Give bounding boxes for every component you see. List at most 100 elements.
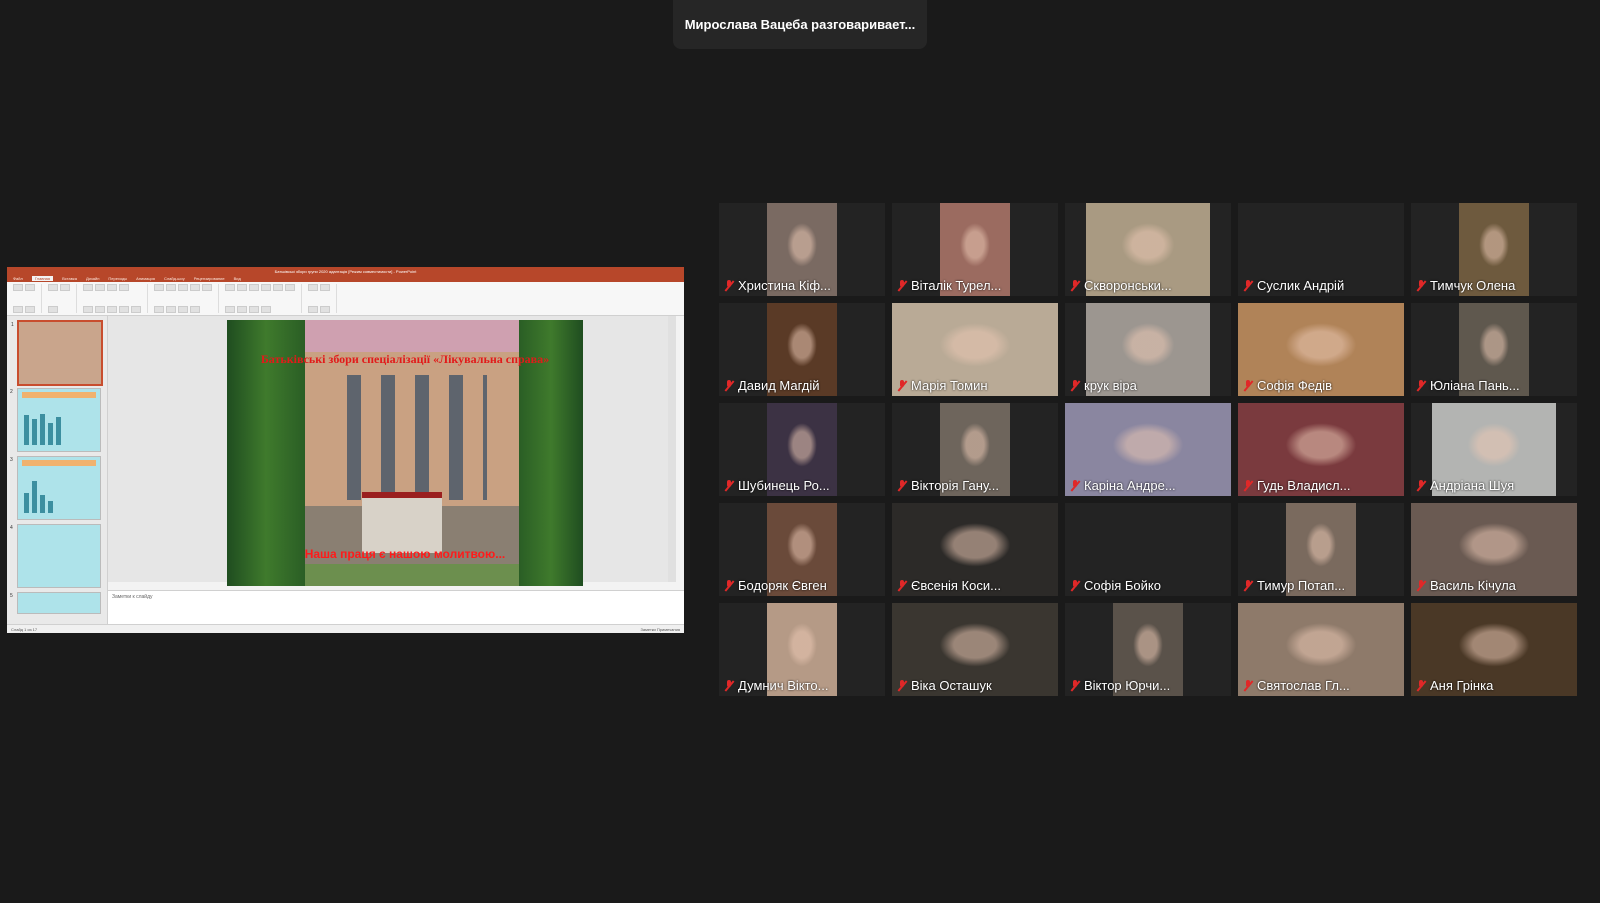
active-speaker-banner: Мирослава Вацеба разговаривает... bbox=[673, 0, 927, 49]
muted-mic-icon bbox=[724, 579, 734, 592]
slide-thumbnail[interactable]: 4 bbox=[10, 524, 101, 588]
participant-tile[interactable]: Віка Осташук bbox=[892, 603, 1058, 696]
participant-tile[interactable]: Євсенія Коси... bbox=[892, 503, 1058, 596]
participant-label: Давид Магдій bbox=[724, 378, 820, 393]
participant-label: Софія Федів bbox=[1243, 378, 1332, 393]
participant-tile[interactable]: Шубинець Ро... bbox=[719, 403, 885, 496]
ribbon-group-paragraph bbox=[154, 284, 219, 313]
muted-mic-icon bbox=[1416, 479, 1426, 492]
participant-name: Тимчук Олена bbox=[1430, 278, 1516, 293]
participant-tile[interactable]: Бодоряк Євген bbox=[719, 503, 885, 596]
muted-mic-icon bbox=[897, 579, 907, 592]
participant-label: Євсенія Коси... bbox=[897, 578, 1001, 593]
participant-name: Суслик Андрій bbox=[1257, 278, 1345, 293]
muted-mic-icon bbox=[1070, 279, 1080, 292]
muted-mic-icon bbox=[1243, 279, 1253, 292]
muted-mic-icon bbox=[1070, 679, 1080, 692]
muted-mic-icon bbox=[1243, 579, 1253, 592]
participant-label: Каріна Андре... bbox=[1070, 478, 1176, 493]
participant-label: Софія Бойко bbox=[1070, 578, 1161, 593]
current-slide: Батьківські збори спеціалізації «Лікувал… bbox=[227, 320, 583, 586]
muted-mic-icon bbox=[1416, 579, 1426, 592]
participant-name: Думнич Вікто... bbox=[738, 678, 829, 693]
participant-tile[interactable]: Марія Томин bbox=[892, 303, 1058, 396]
participant-tile[interactable]: Вікторія Гану... bbox=[892, 403, 1058, 496]
vertical-scrollbar[interactable] bbox=[668, 316, 676, 582]
participant-tile[interactable]: Тимчук Олена bbox=[1411, 203, 1577, 296]
muted-mic-icon bbox=[1070, 379, 1080, 392]
participant-tile[interactable]: Скворонськи... bbox=[1065, 203, 1231, 296]
slide-canvas[interactable]: Батьківські збори спеціалізації «Лікувал… bbox=[108, 316, 676, 586]
participant-tile[interactable]: Суслик Андрій bbox=[1238, 203, 1404, 296]
participant-tile[interactable]: Софія Бойко bbox=[1065, 503, 1231, 596]
participant-tile[interactable]: Віктор Юрчи... bbox=[1065, 603, 1231, 696]
participant-tile[interactable]: крук віра bbox=[1065, 303, 1231, 396]
participant-name: Віктор Юрчи... bbox=[1084, 678, 1171, 693]
participant-name: Каріна Андре... bbox=[1084, 478, 1176, 493]
participant-tile[interactable]: Христина Кіф... bbox=[719, 203, 885, 296]
ribbon-group-editing bbox=[308, 284, 337, 313]
ribbon-tab-review[interactable]: Рецензирование bbox=[194, 276, 225, 281]
muted-mic-icon bbox=[897, 479, 907, 492]
ribbon-tab-view[interactable]: Вид bbox=[234, 276, 241, 281]
participant-name: Аня Грінка bbox=[1430, 678, 1494, 693]
participant-name: Юліана Пань... bbox=[1430, 378, 1520, 393]
participant-label: Суслик Андрій bbox=[1243, 278, 1344, 293]
slide-title: Батьківські збори спеціалізації «Лікувал… bbox=[260, 352, 550, 366]
participant-label: Святослав Гл... bbox=[1243, 678, 1350, 693]
slide-thumbnails[interactable]: 1 2 3 4 5 bbox=[7, 316, 108, 625]
participant-label: Вікторія Гану... bbox=[897, 478, 999, 493]
slide-counter: Слайд 1 из 17 bbox=[11, 626, 38, 632]
slide-thumbnail[interactable]: 3 bbox=[10, 456, 101, 520]
participant-tile[interactable]: Каріна Андре... bbox=[1065, 403, 1231, 496]
ribbon-group-slides bbox=[48, 284, 77, 313]
ribbon-tab-home[interactable]: Главная bbox=[31, 276, 54, 281]
participant-tile[interactable]: Святослав Гл... bbox=[1238, 603, 1404, 696]
muted-mic-icon bbox=[724, 379, 734, 392]
slide-notes[interactable]: Заметки к слайду bbox=[108, 590, 684, 625]
muted-mic-icon bbox=[1243, 479, 1253, 492]
participant-label: Юліана Пань... bbox=[1416, 378, 1520, 393]
muted-mic-icon bbox=[1416, 279, 1426, 292]
muted-mic-icon bbox=[897, 679, 907, 692]
participant-tile[interactable]: Андріана Шуя bbox=[1411, 403, 1577, 496]
muted-mic-icon bbox=[1243, 379, 1253, 392]
participant-name: Давид Магдій bbox=[738, 378, 820, 393]
ribbon-group-clipboard bbox=[13, 284, 42, 313]
ribbon-tab-animation[interactable]: Анимация bbox=[136, 276, 155, 281]
ribbon-tab-slideshow[interactable]: Слайд-шоу bbox=[164, 276, 185, 281]
participant-tile[interactable]: Віталік Турел... bbox=[892, 203, 1058, 296]
participant-name: Святослав Гл... bbox=[1257, 678, 1350, 693]
muted-mic-icon bbox=[1243, 679, 1253, 692]
muted-mic-icon bbox=[897, 379, 907, 392]
participant-label: крук віра bbox=[1070, 378, 1137, 393]
participant-tile[interactable]: Тимур Потап... bbox=[1238, 503, 1404, 596]
shared-screen[interactable]: Батьківські збори групи 2020 адаптація [… bbox=[7, 267, 684, 633]
ribbon-group-font bbox=[83, 284, 148, 313]
participant-tile[interactable]: Василь Кічула bbox=[1411, 503, 1577, 596]
powerpoint-title-bar: Батьківські збори групи 2020 адаптація [… bbox=[7, 267, 684, 275]
participant-tile[interactable]: Давид Магдій bbox=[719, 303, 885, 396]
participant-tile[interactable]: Аня Грінка bbox=[1411, 603, 1577, 696]
ribbon-tab-transitions[interactable]: Переходы bbox=[108, 276, 127, 281]
participant-label: Тимур Потап... bbox=[1243, 578, 1345, 593]
ribbon-tab-file[interactable]: Файл bbox=[13, 276, 23, 281]
muted-mic-icon bbox=[1416, 679, 1426, 692]
participant-tile[interactable]: Думнич Вікто... bbox=[719, 603, 885, 696]
participant-name: Гудь Владисл... bbox=[1257, 478, 1351, 493]
muted-mic-icon bbox=[897, 279, 907, 292]
participant-tile[interactable]: Гудь Владисл... bbox=[1238, 403, 1404, 496]
participant-label: Тимчук Олена bbox=[1416, 278, 1515, 293]
slide-thumbnail[interactable]: 5 bbox=[10, 592, 101, 614]
participant-tile[interactable]: Софія Федів bbox=[1238, 303, 1404, 396]
powerpoint-workspace: 1 2 3 4 5 Батьківські збори спеціалізаці… bbox=[7, 316, 684, 625]
slide-thumbnail[interactable]: 1 bbox=[11, 320, 103, 386]
slide-thumbnail[interactable]: 2 bbox=[10, 388, 101, 452]
powerpoint-status-bar: Слайд 1 из 17 Заметки Примечания bbox=[7, 624, 684, 633]
participant-label: Скворонськи... bbox=[1070, 278, 1172, 293]
participant-tile[interactable]: Юліана Пань... bbox=[1411, 303, 1577, 396]
ribbon-tab-design[interactable]: Дизайн bbox=[86, 276, 99, 281]
participant-name: Василь Кічула bbox=[1430, 578, 1516, 593]
status-actions: Заметки Примечания bbox=[640, 626, 680, 632]
ribbon-tab-insert[interactable]: Вставка bbox=[62, 276, 77, 281]
